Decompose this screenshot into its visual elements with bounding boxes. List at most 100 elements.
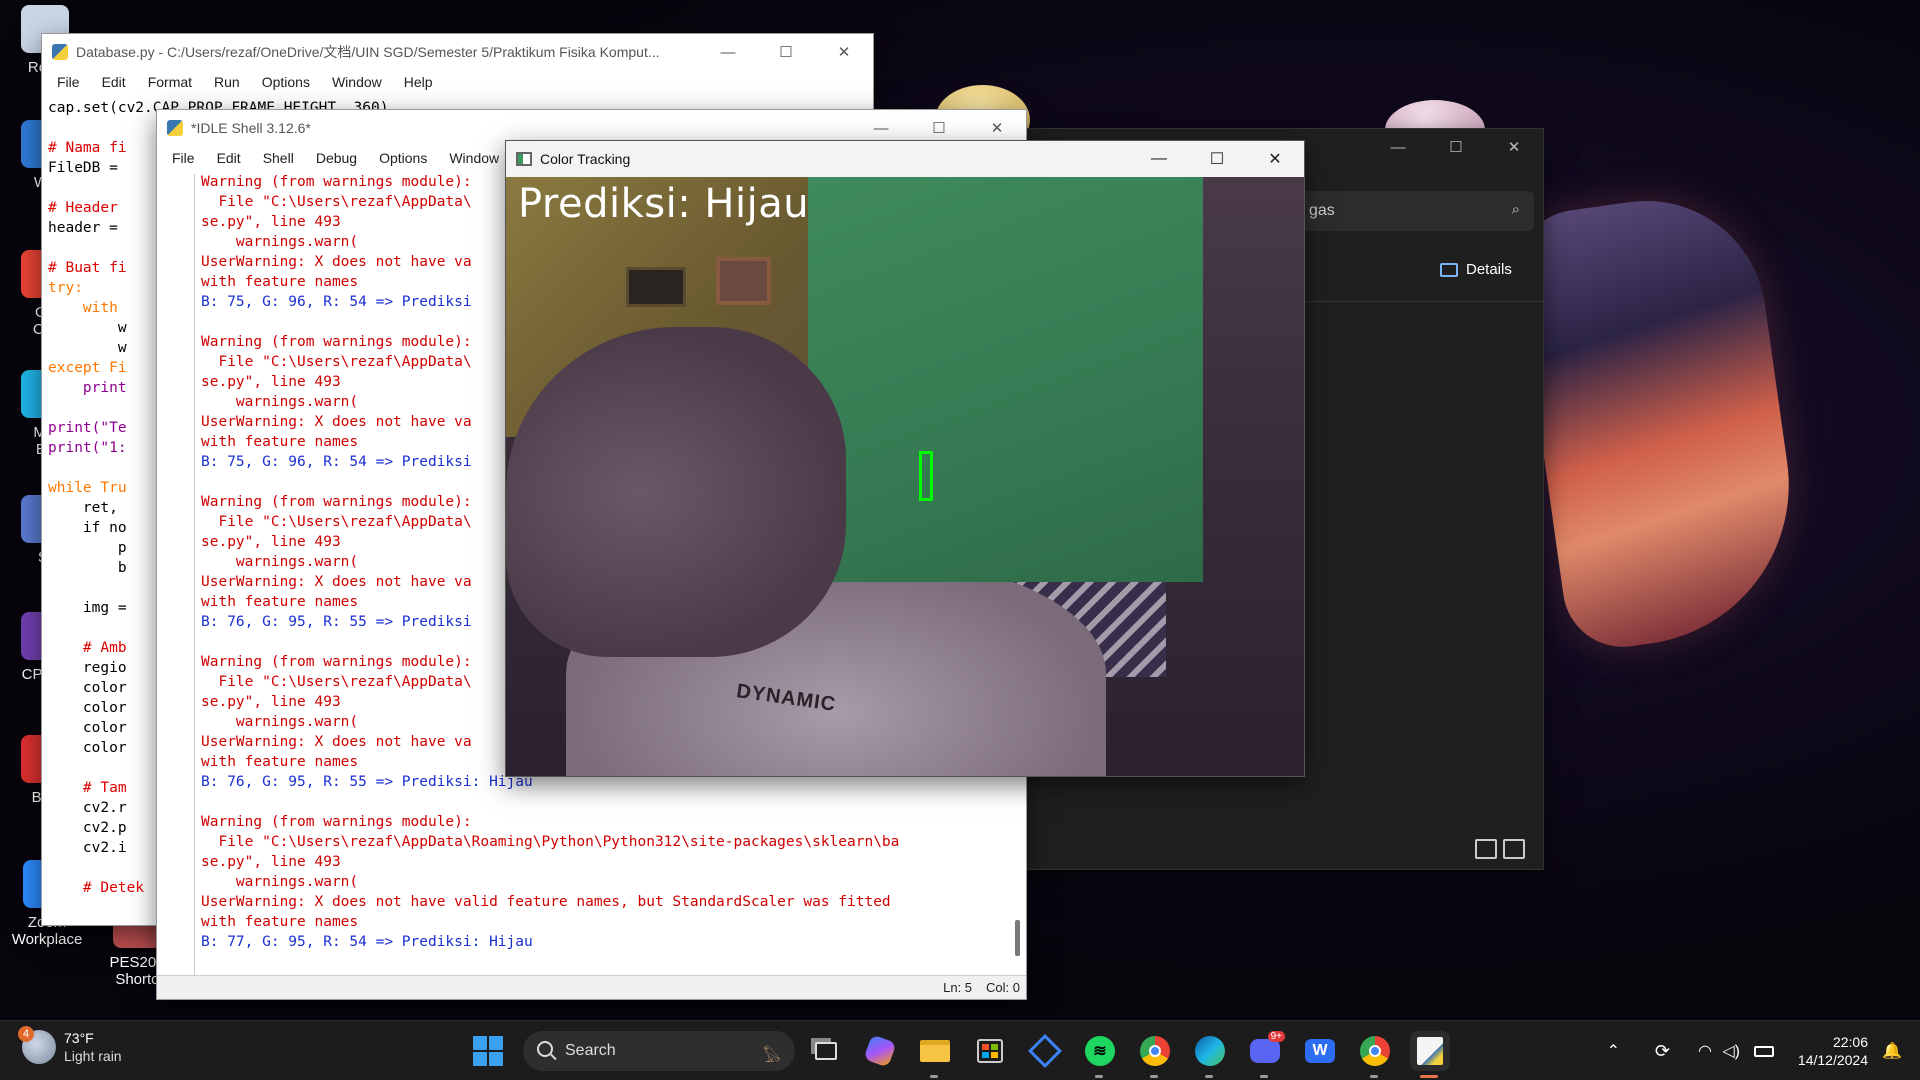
menu-item-shell[interactable]: Shell bbox=[252, 150, 305, 166]
search-text: gas bbox=[1309, 202, 1335, 219]
hand bbox=[506, 327, 846, 657]
shell-output-line: se.py", line 493 bbox=[201, 854, 341, 870]
discord-badge: 9+ bbox=[1267, 1031, 1285, 1042]
shell-scrollbar[interactable] bbox=[1015, 920, 1020, 956]
discord-icon[interactable]: 9+ bbox=[1245, 1031, 1285, 1078]
running-indicator bbox=[1095, 1075, 1103, 1078]
shell-output-line: Warning (from warnings module): bbox=[201, 814, 472, 830]
weather-condition: Light rain bbox=[64, 1048, 122, 1064]
minimize-button[interactable]: — bbox=[1369, 129, 1427, 165]
file-explorer-icon[interactable] bbox=[915, 1031, 955, 1078]
wifi-icon[interactable]: ◠ bbox=[1698, 1041, 1712, 1061]
edge-icon[interactable] bbox=[1190, 1031, 1230, 1078]
status-col: Col: 0 bbox=[986, 980, 1020, 995]
editor-titlebar[interactable]: Database.py - C:/Users/rezaf/OneDrive/文档… bbox=[42, 34, 873, 70]
minimize-button[interactable]: — bbox=[699, 34, 757, 70]
details-button[interactable]: Details bbox=[1440, 261, 1512, 278]
clock-time: 22:06 bbox=[1832, 1034, 1868, 1050]
menu-item-window[interactable]: Window bbox=[438, 150, 510, 166]
chrome-icon[interactable] bbox=[1135, 1031, 1175, 1078]
shell-output-line: B: 77, G: 95, R: 54 => Prediksi: Hijau bbox=[201, 934, 533, 950]
wall-frame bbox=[626, 267, 686, 307]
taskbar: 4 73°F Light rain Search 𓅃 ≋ 9+ W ⌃ ⟳ ◠ … bbox=[0, 1020, 1920, 1080]
shell-output-line bbox=[201, 792, 1006, 812]
chevron-up-icon[interactable]: ⌃ bbox=[1607, 1041, 1620, 1061]
close-button[interactable]: ✕ bbox=[815, 34, 873, 70]
menu-item-file[interactable]: File bbox=[46, 74, 91, 90]
menu-item-format[interactable]: Format bbox=[137, 74, 203, 90]
running-indicator bbox=[1150, 1075, 1158, 1078]
spotify-icon[interactable]: ≋ bbox=[1080, 1031, 1120, 1078]
color-tracking-window[interactable]: Color Tracking — ☐ ✕ DYNAMIC Prediksi: H… bbox=[505, 140, 1305, 777]
running-indicator bbox=[1260, 1075, 1268, 1078]
start-button[interactable] bbox=[473, 1036, 503, 1066]
menu-item-run[interactable]: Run bbox=[203, 74, 251, 90]
python-shell-icon bbox=[167, 120, 183, 136]
details-label: Details bbox=[1466, 261, 1512, 278]
view-toggle bbox=[1475, 839, 1525, 859]
menu-item-options[interactable]: Options bbox=[251, 74, 321, 90]
running-indicator bbox=[930, 1075, 938, 1078]
shell-output-line: warnings.warn( bbox=[201, 874, 359, 890]
close-button[interactable]: ✕ bbox=[1485, 129, 1543, 165]
menu-item-options[interactable]: Options bbox=[368, 150, 438, 166]
python-file-icon bbox=[52, 44, 68, 60]
battery-icon[interactable] bbox=[1754, 1045, 1774, 1057]
roi-rectangle bbox=[919, 451, 933, 501]
prediction-label: Prediksi: Hijau bbox=[518, 181, 810, 227]
close-button[interactable]: ✕ bbox=[1246, 141, 1304, 177]
shell-title: *IDLE Shell 3.12.6* bbox=[191, 120, 311, 136]
rain-cloud-icon: 4 bbox=[18, 1026, 56, 1064]
task-view-icon[interactable] bbox=[806, 1031, 846, 1071]
weather-temp: 73°F bbox=[64, 1030, 94, 1046]
weather-widget[interactable]: 4 73°F Light rain bbox=[18, 1026, 122, 1065]
chrome-icon[interactable] bbox=[1355, 1031, 1395, 1078]
microsoft-store-icon[interactable] bbox=[970, 1031, 1010, 1071]
shell-output-line: UserWarning: X does not have valid featu… bbox=[201, 894, 891, 910]
camera-titlebar[interactable]: Color Tracking — ☐ ✕ bbox=[506, 141, 1304, 177]
python-idle-icon[interactable] bbox=[1410, 1031, 1450, 1078]
running-indicator bbox=[1370, 1075, 1378, 1078]
shell-output-line: File "C:\Users\rezaf\AppData\Roaming\Pyt… bbox=[201, 834, 900, 850]
menu-item-debug[interactable]: Debug bbox=[305, 150, 368, 166]
search-icon[interactable]: ⌕ bbox=[1512, 201, 1520, 218]
green-card bbox=[808, 177, 1203, 582]
editor-menubar: File Edit Format Run Options Window Help bbox=[42, 70, 873, 94]
maximize-button[interactable]: ☐ bbox=[1427, 129, 1485, 165]
camera-title: Color Tracking bbox=[540, 151, 631, 167]
list-view-icon[interactable] bbox=[1475, 839, 1497, 859]
active-indicator bbox=[1420, 1075, 1438, 1078]
status-line: Ln: 5 bbox=[943, 980, 973, 995]
taskbar-search[interactable]: Search 𓅃 bbox=[523, 1031, 795, 1071]
weather-badge: 4 bbox=[18, 1026, 34, 1042]
sync-icon[interactable]: ⟳ bbox=[1655, 1041, 1670, 1062]
menu-item-window[interactable]: Window bbox=[321, 74, 393, 90]
clock[interactable]: 22:06 14/12/2024 bbox=[1798, 1033, 1868, 1069]
menu-item-edit[interactable]: Edit bbox=[206, 150, 252, 166]
clock-date: 14/12/2024 bbox=[1797, 1052, 1868, 1068]
volume-icon[interactable]: ◁) bbox=[1722, 1041, 1740, 1061]
copilot-icon[interactable] bbox=[860, 1031, 900, 1071]
webtoon-icon[interactable]: W bbox=[1300, 1031, 1340, 1071]
menu-item-edit[interactable]: Edit bbox=[91, 74, 137, 90]
maximize-button[interactable]: ☐ bbox=[1188, 141, 1246, 177]
search-icon bbox=[537, 1041, 553, 1057]
search-label: Search bbox=[565, 1042, 616, 1059]
wall-frame bbox=[716, 257, 771, 305]
maximize-button[interactable]: ☐ bbox=[757, 34, 815, 70]
menu-item-file[interactable]: File bbox=[161, 150, 206, 166]
dev-app-icon[interactable] bbox=[1025, 1031, 1065, 1071]
opencv-window-icon bbox=[516, 152, 532, 166]
tiles-view-icon[interactable] bbox=[1503, 839, 1525, 859]
details-pane-icon bbox=[1440, 262, 1458, 277]
running-indicator bbox=[1205, 1075, 1213, 1078]
search-highlight-icon: 𓅃 bbox=[763, 1049, 781, 1066]
minimize-button[interactable]: — bbox=[1130, 141, 1188, 177]
notification-bell-icon[interactable]: 🔔 bbox=[1882, 1041, 1902, 1061]
shell-output-line: with feature names bbox=[201, 914, 359, 930]
menu-item-help[interactable]: Help bbox=[393, 74, 444, 90]
wallpaper-shape bbox=[1510, 185, 1810, 655]
shell-statusbar: Ln: 5 Col: 0 bbox=[157, 975, 1026, 999]
camera-feed: DYNAMIC Prediksi: Hijau bbox=[506, 177, 1304, 776]
shell-gutter bbox=[157, 174, 195, 975]
